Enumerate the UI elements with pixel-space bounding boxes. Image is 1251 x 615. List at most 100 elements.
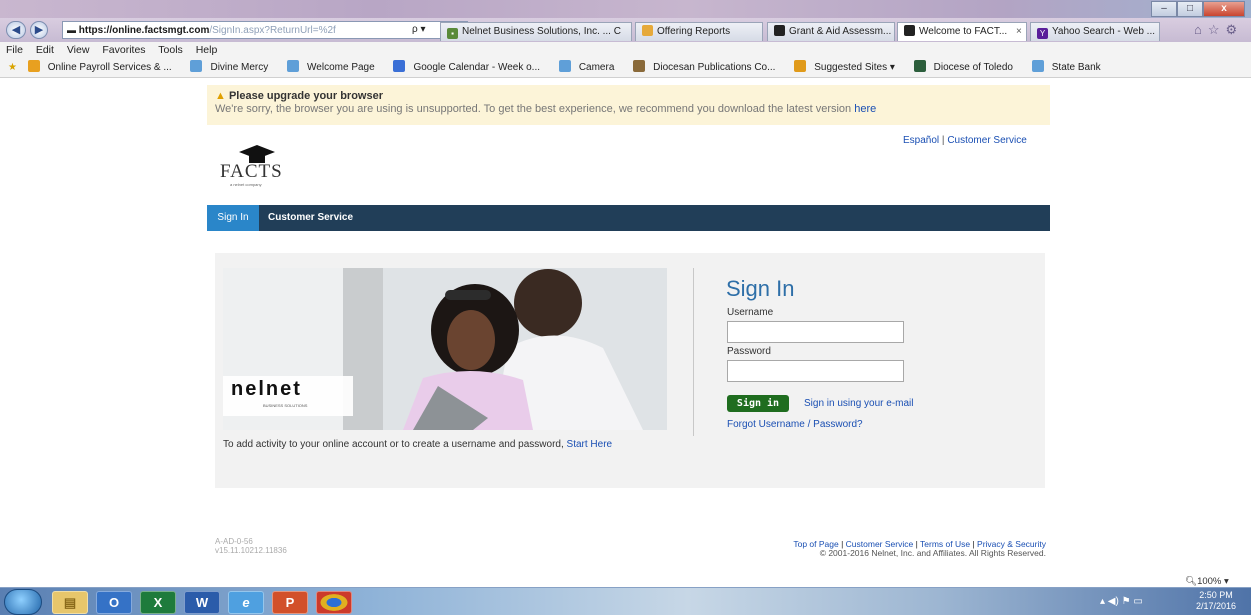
excel-icon[interactable]: X — [140, 591, 176, 614]
tab-offering-reports[interactable]: Offering Reports — [635, 22, 763, 41]
ie-page-icon — [287, 60, 300, 72]
internet-explorer-icon[interactable]: e — [228, 591, 264, 614]
panel-divider — [693, 268, 694, 436]
ie-page-icon — [190, 60, 203, 72]
fav-label: Welcome Page — [307, 62, 375, 73]
fav-state-bank[interactable]: State Bank — [1031, 60, 1109, 73]
zoom-icon: 🔍︎ — [1185, 576, 1198, 587]
fav-label: Camera — [578, 62, 615, 73]
window-title-bar — [0, 0, 1251, 18]
ie-page-icon — [558, 60, 571, 72]
zoom-level[interactable]: 🔍︎100% ▾ — [1185, 576, 1229, 587]
header-links: Español | Customer Service — [903, 135, 1027, 146]
customer-service-link[interactable]: Customer Service — [947, 135, 1026, 146]
password-label: Password — [727, 346, 771, 357]
forward-button[interactable]: ▶ — [30, 21, 48, 39]
back-button[interactable]: ◀ — [6, 21, 26, 39]
tab-yahoo[interactable]: Y Yahoo Search - Web ... — [1030, 22, 1160, 41]
fav-label: Divine Mercy — [210, 62, 269, 73]
close-tab-icon[interactable]: × — [1016, 26, 1022, 37]
calendar-icon — [393, 60, 406, 72]
download-here-link[interactable]: here — [854, 103, 876, 115]
maximize-button[interactable]: □ — [1177, 1, 1203, 17]
account-info-message: To add activity to your online account o… — [223, 439, 564, 450]
menu-view[interactable]: View — [67, 44, 90, 56]
fav-camera[interactable]: Camera — [558, 60, 623, 73]
tab-nelnet[interactable]: ▪ Nelnet Business Solutions, Inc. ... C — [440, 22, 632, 41]
signin-email-link[interactable]: Sign in using your e-mail — [804, 398, 914, 409]
forgot-credentials-link[interactable]: Forgot Username / Password? — [727, 419, 863, 430]
version-info: A-AD-0-56 v15.11.10212.11836 — [215, 537, 287, 555]
search-dropdown-icon[interactable]: ρ ▾ — [412, 22, 426, 38]
facts-cap-icon: ▬ — [67, 25, 76, 35]
tab-label: Offering Reports — [657, 26, 731, 37]
fav-label: Online Payroll Services & ... — [47, 62, 172, 73]
tab-welcome-facts[interactable]: Welcome to FACT... × — [897, 22, 1027, 41]
arrow-icon — [27, 60, 40, 72]
tab-label: Yahoo Search - Web ... — [1052, 26, 1156, 37]
fav-label: Diocese of Toledo — [933, 62, 1013, 73]
fav-diocesan-publications[interactable]: Diocesan Publications Co... — [633, 60, 783, 73]
fav-label: Diocesan Publications Co... — [653, 62, 776, 73]
nav-tab-customer-service[interactable]: Customer Service — [268, 205, 353, 231]
menu-file[interactable]: File — [6, 44, 23, 56]
yahoo-icon: Y — [1037, 28, 1048, 39]
fav-welcome-page[interactable]: Welcome Page — [287, 60, 383, 73]
outlook-icon[interactable]: O — [96, 591, 132, 614]
powerpoint-icon[interactable]: P — [272, 591, 308, 614]
tab-label: Nelnet Business Solutions, Inc. ... C — [462, 26, 621, 37]
start-here-link[interactable]: Start Here — [567, 439, 613, 450]
nelnet-logo: nelnet BUSINESS SOLUTIONS — [223, 376, 353, 416]
facts-logo-subtext: a nelnet company — [230, 182, 262, 187]
menu-favorites[interactable]: Favorites — [102, 44, 145, 56]
warning-icon: ▲ — [215, 90, 226, 102]
tray-icons[interactable]: ▴ ◀) ⚑ ▭ — [1100, 596, 1143, 607]
ie-page-icon — [1031, 60, 1044, 72]
close-window-button[interactable]: x — [1203, 1, 1245, 17]
start-orb-icon[interactable] — [4, 589, 42, 615]
window-controls: – □ x — [1151, 1, 1245, 17]
tab-grant-aid[interactable]: Grant & Aid Assessm... — [767, 22, 895, 41]
address-bar[interactable]: ▬ https://online.factsmgt.com/SignIn.asp… — [62, 21, 468, 39]
church-icon — [913, 60, 926, 72]
page-icon — [642, 25, 653, 36]
bing-icon — [794, 60, 807, 72]
password-input[interactable] — [727, 360, 904, 382]
fav-label: Google Calendar - Week o... — [413, 62, 541, 73]
facts-logo[interactable]: FACTS a nelnet company — [220, 143, 310, 188]
system-clock[interactable]: 2:50 PM 2/17/2016 — [1186, 590, 1246, 612]
signin-button[interactable]: Sign in — [727, 395, 789, 412]
fav-google-calendar[interactable]: Google Calendar - Week o... — [393, 60, 548, 73]
facts-cap-icon — [774, 25, 785, 36]
home-favorites-settings-icons[interactable]: ⌂☆⚙ — [1194, 22, 1243, 38]
favorites-star-icon[interactable]: ★ — [8, 62, 17, 73]
minimize-button[interactable]: – — [1151, 1, 1177, 17]
copyright-text: © 2001-2016 Nelnet, Inc. and Affiliates.… — [819, 548, 1046, 558]
nav-tab-sign-in[interactable]: Sign In — [207, 205, 259, 231]
address-path: /SignIn.aspx?ReturnUrl=%2f — [209, 25, 336, 36]
chrome-icon[interactable] — [316, 591, 352, 614]
file-explorer-icon[interactable]: ▤ — [52, 591, 88, 614]
espanol-link[interactable]: Español — [903, 135, 939, 146]
browser-nav-row: ◀ ▶ ▬ https://online.factsmgt.com/SignIn… — [0, 18, 1251, 42]
word-icon[interactable]: W — [184, 591, 220, 614]
menu-edit[interactable]: Edit — [36, 44, 54, 56]
username-input[interactable] — [727, 321, 904, 343]
version-line-1: A-AD-0-56 — [215, 537, 253, 546]
clock-date: 2/17/2016 — [1195, 601, 1237, 611]
menu-bar: File Edit View Favorites Tools Help — [0, 42, 1251, 58]
address-domain: https://online.factsmgt.com — [78, 25, 210, 36]
menu-tools[interactable]: Tools — [158, 44, 183, 56]
fav-diocese-toledo[interactable]: Diocese of Toledo — [913, 60, 1021, 73]
fav-online-payroll[interactable]: Online Payroll Services & ... — [27, 60, 180, 73]
fav-label: State Bank — [1051, 62, 1101, 73]
nelnet-logo-subtext: BUSINESS SOLUTIONS — [263, 403, 308, 408]
banner-title-row: ▲ Please upgrade your browser — [215, 90, 383, 102]
banner-message-row: We're sorry, the browser you are using i… — [215, 103, 876, 115]
windows-taskbar: ▤ O X W e P ▴ ◀) ⚑ ▭ 2:50 PM 2/17/2016 — [0, 587, 1251, 615]
fav-divine-mercy[interactable]: Divine Mercy — [190, 60, 276, 73]
menu-help[interactable]: Help — [196, 44, 218, 56]
facts-cap-icon — [904, 25, 915, 36]
header-separator: | — [941, 135, 945, 146]
fav-suggested-sites[interactable]: Suggested Sites ▾ — [794, 60, 903, 73]
